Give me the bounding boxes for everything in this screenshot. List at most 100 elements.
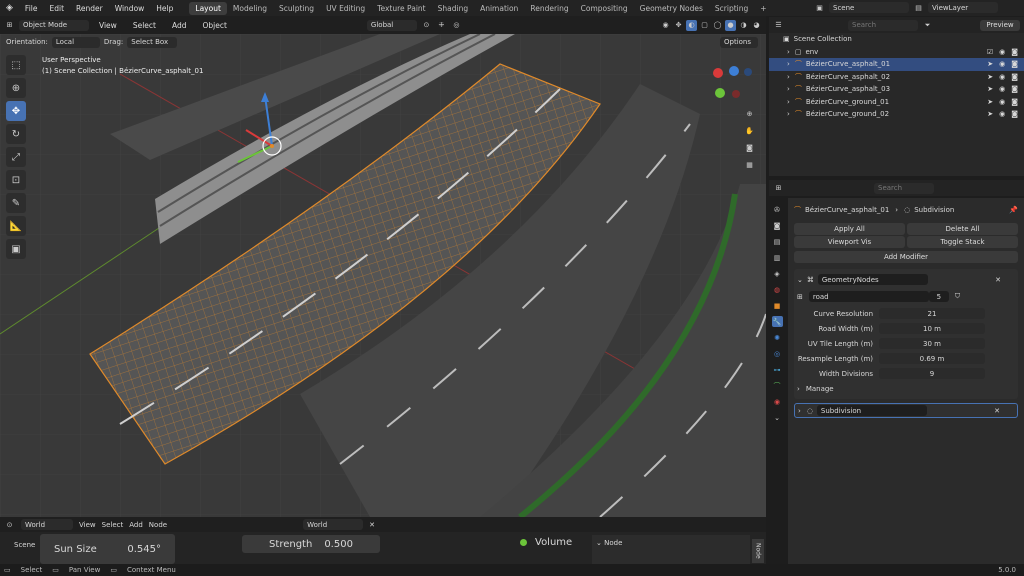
select-arrow-icon[interactable]: ➤ bbox=[987, 60, 993, 68]
object-tab-icon[interactable]: ■ bbox=[772, 300, 783, 311]
menu-node[interactable]: Node bbox=[149, 521, 167, 529]
menu-select[interactable]: Select bbox=[102, 521, 124, 529]
tab-compositing[interactable]: Compositing bbox=[575, 2, 634, 15]
scene-icon[interactable]: ▣ bbox=[814, 2, 825, 13]
properties-editor-icon[interactable]: ⊞ bbox=[773, 183, 784, 194]
gizmo-icon[interactable]: ✥ bbox=[673, 20, 684, 31]
expand-icon[interactable]: › bbox=[787, 85, 790, 93]
outliner-item-ground-02[interactable]: › ⌒ BézierCurve_ground_02 ➤ ◉ ◙ bbox=[769, 108, 1024, 121]
drag-selector[interactable]: Select Box bbox=[127, 36, 178, 48]
tab-scripting[interactable]: Scripting bbox=[709, 2, 754, 15]
camera-icon[interactable]: ◙ bbox=[744, 142, 755, 153]
move-icon[interactable]: ✥ bbox=[6, 101, 26, 121]
fake-user-shield-icon[interactable]: ⛉ bbox=[955, 292, 960, 301]
tab-shading[interactable]: Shading bbox=[432, 2, 474, 15]
camera-render-icon[interactable]: ◙ bbox=[1011, 98, 1018, 106]
output-tab-icon[interactable]: ▤ bbox=[772, 236, 783, 247]
scene-tab-icon[interactable]: ◈ bbox=[772, 268, 783, 279]
sun-size-field[interactable]: Sun Size 0.545° bbox=[40, 534, 175, 564]
close-icon[interactable]: ✕ bbox=[369, 521, 375, 529]
curve-resolution-field[interactable]: 21 bbox=[879, 308, 985, 319]
select-arrow-icon[interactable]: ➤ bbox=[987, 85, 993, 93]
camera-render-icon[interactable]: ◙ bbox=[1011, 110, 1018, 118]
solid-shading-icon[interactable]: ● bbox=[725, 19, 736, 31]
eye-icon[interactable]: ◉ bbox=[999, 60, 1005, 68]
xray-icon[interactable]: ▢ bbox=[699, 20, 710, 31]
checkbox-icon[interactable]: ☑ bbox=[987, 48, 993, 56]
world-node-editor[interactable]: ⊙ World View Select Add Node World ✕ Sce… bbox=[0, 517, 766, 564]
editor-type-icon[interactable]: ⊞ bbox=[4, 20, 15, 31]
data-tab-icon[interactable]: ⌒ bbox=[772, 380, 783, 391]
eye-icon[interactable]: ◉ bbox=[999, 48, 1005, 56]
view-layer-selector[interactable]: ViewLayer bbox=[928, 2, 998, 13]
tab-geometry-nodes[interactable]: Geometry Nodes bbox=[634, 2, 709, 15]
uv-tile-length-field[interactable]: 30 m bbox=[879, 338, 985, 349]
viewport-3d[interactable] bbox=[0, 34, 766, 517]
expand-icon[interactable]: › bbox=[787, 48, 790, 56]
particles-tab-icon[interactable]: ✺ bbox=[772, 332, 783, 343]
expand-icon[interactable]: › bbox=[787, 98, 790, 106]
tab-modeling[interactable]: Modeling bbox=[227, 2, 273, 15]
pin-icon[interactable]: 📌 bbox=[1009, 206, 1018, 214]
pan-hand-icon[interactable]: ✋ bbox=[744, 125, 755, 136]
menu-view[interactable]: View bbox=[79, 521, 96, 529]
tab-rendering[interactable]: Rendering bbox=[524, 2, 574, 15]
apply-all-button[interactable]: Apply All bbox=[794, 223, 905, 235]
mode-selector[interactable]: Object Mode bbox=[19, 19, 89, 31]
orientation-selector[interactable]: Local bbox=[51, 36, 100, 48]
road-width-field[interactable]: 10 m bbox=[879, 323, 985, 334]
pivot-icon[interactable]: ⊙ bbox=[421, 20, 432, 31]
menu-add[interactable]: Add bbox=[166, 21, 193, 30]
zoom-icon[interactable]: ⊕ bbox=[744, 108, 755, 119]
visibility-icon[interactable]: ◉ bbox=[660, 20, 671, 31]
menu-edit[interactable]: Edit bbox=[43, 4, 70, 13]
close-icon[interactable]: ✕ bbox=[994, 407, 1000, 415]
outliner-item-env[interactable]: › ▢ env ☑ ◉ ◙ bbox=[769, 46, 1024, 59]
outliner-item-asphalt-03[interactable]: › ⌒ BézierCurve_asphalt_03 ➤ ◉ ◙ bbox=[769, 83, 1024, 96]
menu-render[interactable]: Render bbox=[70, 4, 109, 13]
chevron-down-icon[interactable]: ⌄ bbox=[596, 539, 602, 547]
wireframe-shading-icon[interactable]: ◯ bbox=[712, 20, 723, 31]
menu-select[interactable]: Select bbox=[127, 21, 162, 30]
transform-orientation[interactable]: Global bbox=[366, 19, 417, 31]
rendered-shading-icon[interactable]: ◕ bbox=[751, 20, 762, 31]
menu-help[interactable]: Help bbox=[150, 4, 179, 13]
physics-tab-icon[interactable]: ◎ bbox=[772, 348, 783, 359]
tab-layout[interactable]: Layout bbox=[189, 1, 227, 15]
select-arrow-icon[interactable]: ➤ bbox=[987, 73, 993, 81]
toggle-stack-button[interactable]: Toggle Stack bbox=[907, 236, 1018, 248]
outliner-item-ground-01[interactable]: › ⌒ BézierCurve_ground_01 ➤ ◉ ◙ bbox=[769, 96, 1024, 109]
camera-render-icon[interactable]: ◙ bbox=[1011, 60, 1018, 68]
cursor-icon[interactable]: ⊕ bbox=[6, 78, 26, 98]
outliner-editor-icon[interactable]: ☰ bbox=[773, 20, 784, 31]
view-layer-tab-icon[interactable]: ▥ bbox=[772, 252, 783, 263]
menu-add[interactable]: Add bbox=[129, 521, 143, 529]
expand-icon[interactable]: › bbox=[787, 110, 790, 118]
material-shading-icon[interactable]: ◑ bbox=[738, 20, 749, 31]
eye-icon[interactable]: ◉ bbox=[999, 73, 1005, 81]
expand-icon[interactable]: › bbox=[787, 73, 790, 81]
measure-icon[interactable]: 📐 bbox=[6, 216, 26, 236]
delete-all-button[interactable]: Delete All bbox=[907, 223, 1018, 235]
gn-modifier-name-field[interactable]: GeometryNodes bbox=[817, 274, 928, 285]
add-workspace-icon[interactable]: + bbox=[754, 2, 772, 15]
viewport-vis-button[interactable]: Viewport Vis bbox=[794, 236, 905, 248]
constraints-tab-icon[interactable]: ⊶ bbox=[772, 364, 783, 375]
chevron-right-icon[interactable]: › bbox=[798, 407, 801, 415]
node-sidebar-tab[interactable]: Node bbox=[752, 539, 764, 563]
filter-icon[interactable]: ⏷ bbox=[922, 20, 933, 31]
transform-icon[interactable]: ⊡ bbox=[6, 170, 26, 190]
outliner-item-asphalt-01[interactable]: › ⌒ BézierCurve_asphalt_01 ➤ ◉ ◙ bbox=[769, 58, 1024, 71]
tool-tab-icon[interactable]: ✇ bbox=[772, 204, 783, 215]
options-dropdown[interactable]: Options bbox=[720, 36, 758, 48]
camera-render-icon[interactable]: ◙ bbox=[1011, 48, 1018, 56]
shader-type-selector[interactable]: World bbox=[21, 519, 73, 530]
menu-file[interactable]: File bbox=[19, 4, 44, 13]
tab-texture-paint[interactable]: Texture Paint bbox=[371, 2, 431, 15]
close-icon[interactable]: ✕ bbox=[995, 276, 1001, 284]
tab-sculpting[interactable]: Sculpting bbox=[273, 2, 320, 15]
select-arrow-icon[interactable]: ➤ bbox=[987, 98, 993, 106]
select-box-icon[interactable]: ⬚ bbox=[6, 55, 26, 75]
view-layer-icon[interactable]: ▤ bbox=[913, 2, 924, 13]
select-arrow-icon[interactable]: ➤ bbox=[987, 110, 993, 118]
